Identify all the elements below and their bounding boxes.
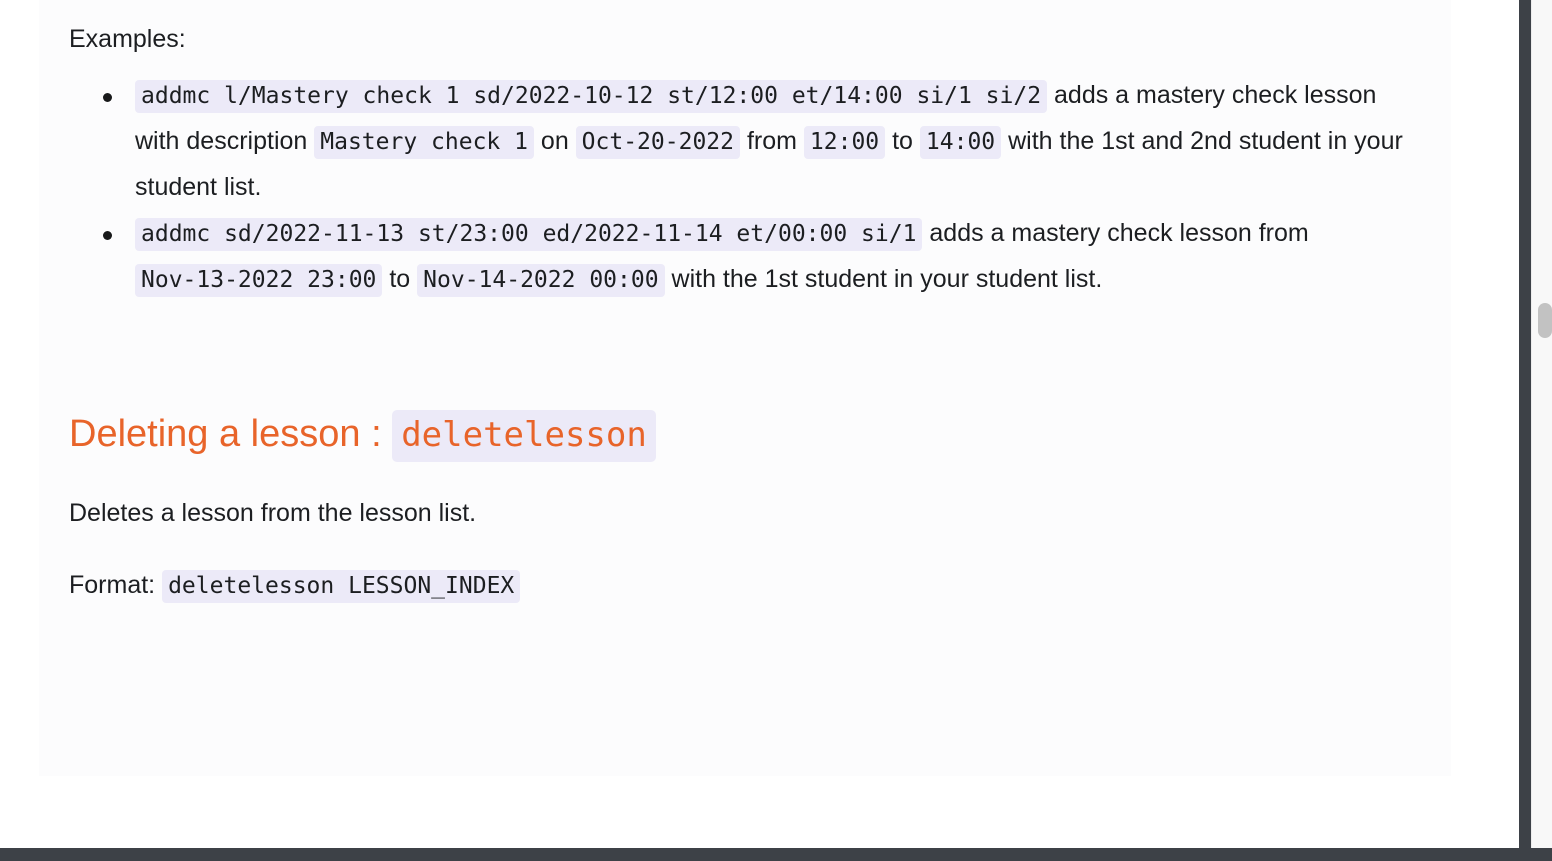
section-heading-text: Deleting a lesson : — [69, 413, 393, 455]
page-root: y Examples: addmc l/Mastery check 1 sd/2… — [0, 0, 1552, 861]
format-command-code: deletelesson LESSON_INDEX — [162, 570, 521, 603]
delete-format-line: Format: deletelesson LESSON_INDEX — [69, 562, 1419, 608]
example-description-code-1: Mastery check 1 — [314, 126, 534, 159]
document-body: y Examples: addmc l/Mastery check 1 sd/2… — [69, 0, 1419, 608]
section-heading-command-code: deletelesson — [392, 410, 656, 462]
example-date-code-1: Oct-20-2022 — [575, 126, 740, 159]
example-end-datetime-code-2: Nov-14-2022 00:00 — [417, 264, 665, 297]
list-item: addmc sd/2022-11-13 st/23:00 ed/2022-11-… — [103, 210, 1419, 302]
example-start-datetime-code-2: Nov-13-2022 23:00 — [135, 264, 383, 297]
scrollbar-thumb[interactable] — [1538, 303, 1552, 338]
window-right-edge — [1519, 0, 1531, 848]
vertical-scrollbar[interactable] — [1531, 0, 1552, 848]
example-text-2c: with the 1st student in your student lis… — [664, 265, 1103, 293]
example-text-2b: to — [382, 265, 418, 293]
example-start-time-code-1: 12:00 — [803, 126, 886, 159]
example-text-1b: on — [533, 127, 576, 155]
delete-description: Deletes a lesson from the lesson list. — [69, 499, 477, 527]
examples-list: addmc l/Mastery check 1 sd/2022-10-12 st… — [69, 72, 1419, 302]
list-item: addmc l/Mastery check 1 sd/2022-10-12 st… — [103, 72, 1419, 210]
example-text-1c: from — [740, 127, 804, 155]
example-end-time-code-1: 14:00 — [919, 126, 1002, 159]
example-command-code-1: addmc l/Mastery check 1 sd/2022-10-12 st… — [135, 80, 1048, 113]
format-label: Format: — [69, 571, 163, 599]
window-bottom-edge — [0, 848, 1552, 861]
section-heading-delete-lesson: Deleting a lesson : deletelesson — [69, 410, 1419, 462]
example-text-2a: adds a mastery check lesson from — [922, 219, 1309, 247]
content-card: y Examples: addmc l/Mastery check 1 sd/2… — [39, 0, 1451, 776]
document-viewport: y Examples: addmc l/Mastery check 1 sd/2… — [0, 0, 1519, 848]
example-text-1d: to — [885, 127, 920, 155]
example-command-code-2: addmc sd/2022-11-13 st/23:00 ed/2022-11-… — [135, 218, 923, 251]
examples-label: Examples: — [69, 25, 186, 53]
